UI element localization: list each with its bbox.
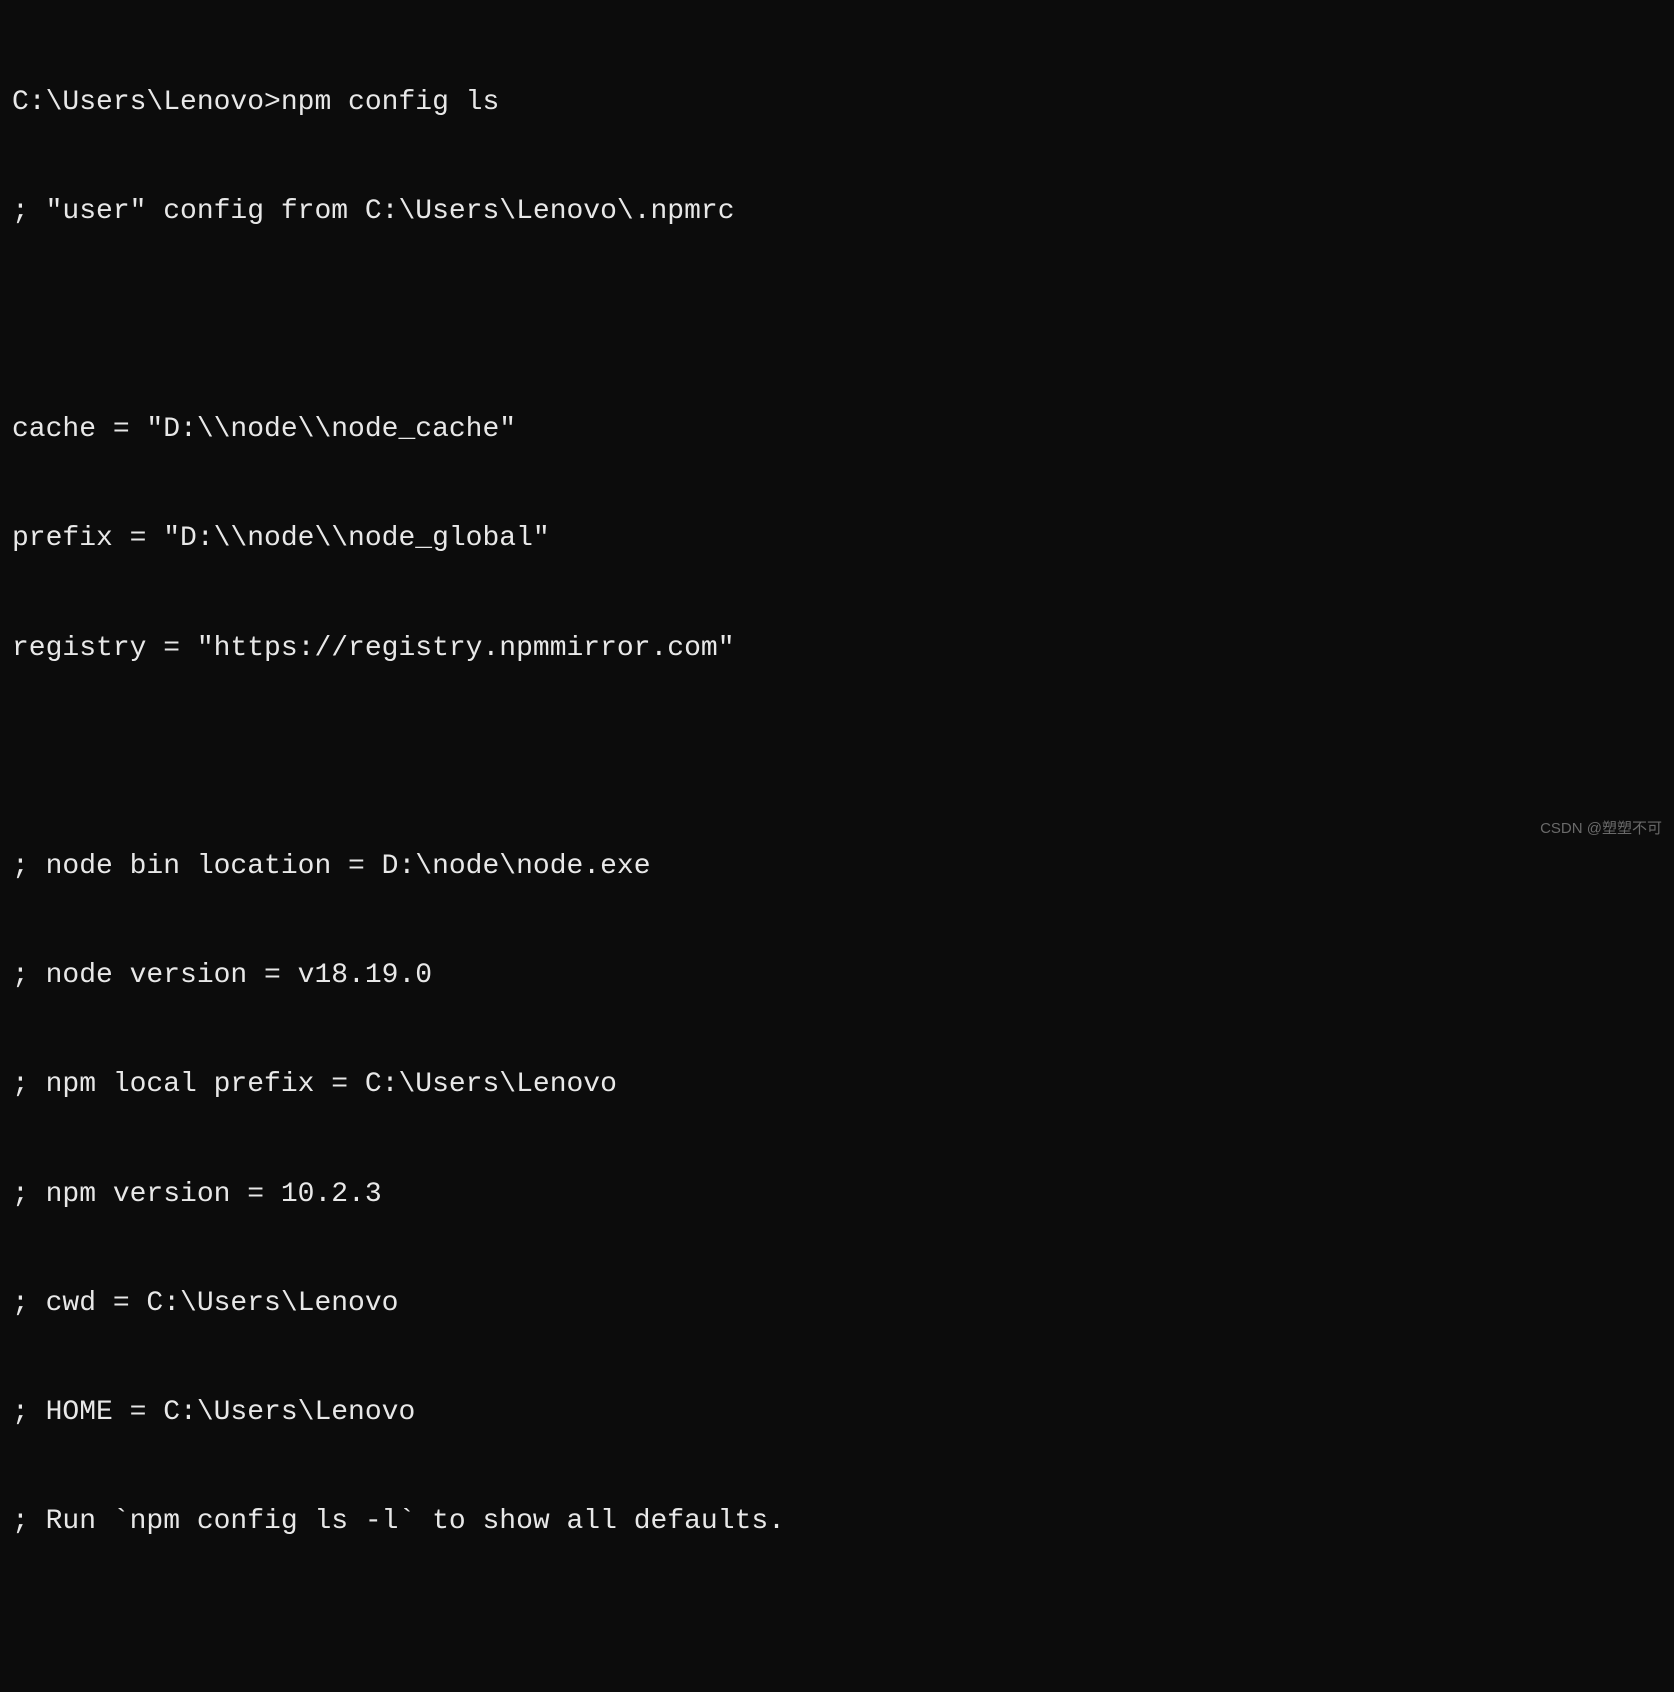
output-line: ; npm local prefix = C:\Users\Lenovo	[12, 1067, 1662, 1103]
output-line: ; cwd = C:\Users\Lenovo	[12, 1286, 1662, 1322]
output-line: cache = "D:\\node\\node_cache"	[12, 412, 1662, 448]
output-line: prefix = "D:\\node\\node_global"	[12, 521, 1662, 557]
terminal-output[interactable]: C:\Users\Lenovo>npm config ls ; "user" c…	[12, 12, 1662, 1692]
blank-line	[12, 303, 1662, 339]
output-line: ; npm version = 10.2.3	[12, 1177, 1662, 1213]
output-line: ; node version = v18.19.0	[12, 958, 1662, 994]
output-line: ; Run `npm config ls -l` to show all def…	[12, 1504, 1662, 1540]
blank-line	[12, 740, 1662, 776]
blank-line	[12, 1613, 1662, 1649]
prompt-line-1: C:\Users\Lenovo>	[12, 85, 281, 121]
output-line: ; node bin location = D:\node\node.exe	[12, 849, 1662, 885]
output-line: registry = "https://registry.npmmirror.c…	[12, 631, 1662, 667]
command-1: npm config ls	[281, 85, 499, 121]
output-line: ; "user" config from C:\Users\Lenovo\.np…	[12, 194, 1662, 230]
watermark: CSDN @塑塑不可	[1540, 819, 1662, 839]
output-line: ; HOME = C:\Users\Lenovo	[12, 1395, 1662, 1431]
